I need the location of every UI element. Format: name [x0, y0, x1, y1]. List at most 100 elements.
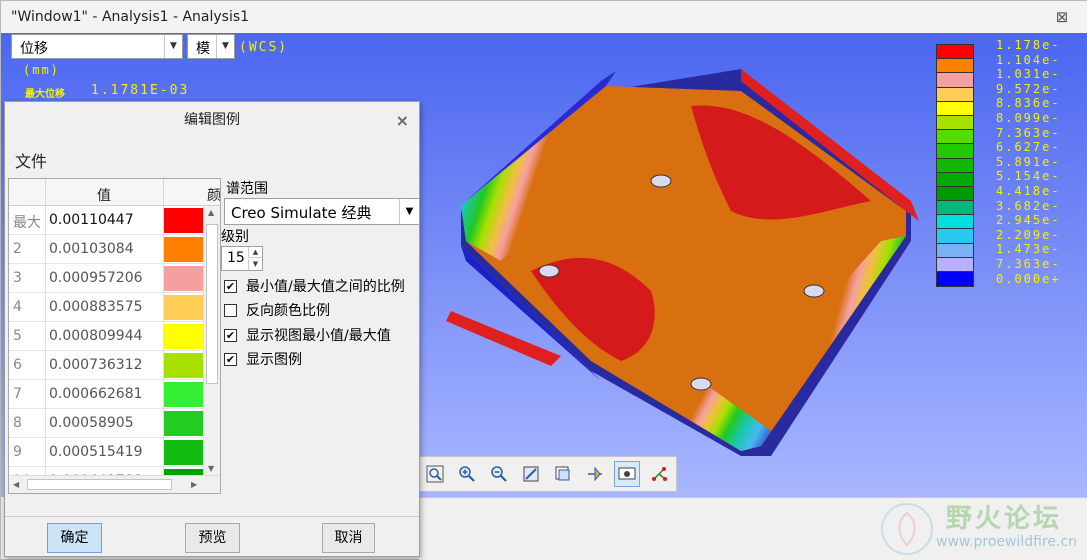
horizontal-scrollbar[interactable]: ◀ ▶ — [9, 475, 220, 493]
legend-label: 1.104e- — [996, 52, 1061, 67]
legend-swatch — [937, 272, 973, 287]
legend-swatch — [937, 186, 973, 202]
result-type-dropdown[interactable]: 位移 ▼ — [11, 34, 183, 59]
row-color-swatch[interactable] — [164, 382, 204, 407]
row-value[interactable]: 0.000515419 — [49, 444, 143, 460]
checkbox-show-view-min-max[interactable]: ✔ 显示视图最小值/最大值 — [224, 325, 391, 345]
legend-label: 2.945e- — [996, 213, 1061, 228]
table-row[interactable]: 6 0.000736312 — [9, 351, 204, 380]
legend-label: 0.000e+ — [996, 271, 1061, 286]
view-toolbar — [415, 456, 677, 492]
legend-labels: 1.178e- 1.104e- 1.031e- 9.572e- 8.836e- 8.099… — [996, 38, 1061, 286]
datum-display-icon[interactable] — [646, 461, 672, 487]
spin-down-icon[interactable]: ▼ — [248, 259, 262, 270]
level-value[interactable]: 15 — [227, 250, 245, 266]
zoom-in-icon[interactable] — [454, 461, 480, 487]
legend-value-table: 值 颜 最大 0.00110447 2 0.00103084 3 0.000957206 4… — [8, 178, 221, 494]
scroll-left-icon[interactable]: ◀ — [13, 480, 19, 489]
zoom-out-icon[interactable] — [486, 461, 512, 487]
row-color-swatch[interactable] — [164, 440, 204, 465]
checkbox-scale-between-min-max[interactable]: ✔ 最小值/最大值之间的比例 — [224, 276, 405, 296]
checkbox-box[interactable]: ✔ — [224, 352, 237, 366]
level-spinner[interactable]: 15 ▲ ▼ — [221, 246, 263, 271]
row-color-swatch[interactable] — [164, 324, 204, 349]
spin-up-icon[interactable]: ▲ — [248, 247, 262, 258]
row-index: 4 — [13, 299, 22, 315]
checkbox-box[interactable]: ✔ — [224, 328, 237, 342]
row-color-swatch[interactable] — [164, 411, 204, 436]
ok-button[interactable]: 确定 — [47, 523, 102, 553]
legend-swatch — [937, 201, 973, 216]
row-value[interactable]: 0.000736312 — [49, 357, 143, 373]
level-label: 级别 — [221, 229, 249, 245]
checkbox-box[interactable]: ✔ — [224, 279, 237, 293]
spin-center-icon[interactable] — [582, 461, 608, 487]
row-value[interactable]: 0.000883575 — [49, 299, 143, 315]
zoom-window-icon[interactable] — [422, 461, 448, 487]
result-type-value: 位移 — [20, 41, 48, 57]
checkbox-reverse-color-scale[interactable]: 反向颜色比例 — [224, 300, 330, 320]
row-value[interactable]: 0.00103084 — [49, 241, 134, 257]
table-row[interactable]: 最大 0.00110447 — [9, 206, 204, 235]
component-dropdown[interactable]: 模 ▼ — [187, 34, 235, 59]
table-row[interactable]: 3 0.000957206 — [9, 264, 204, 293]
vertical-scrollbar[interactable]: ▲ ▼ — [203, 206, 220, 475]
legend-swatch — [937, 115, 973, 131]
table-row[interactable]: 7 0.000662681 — [9, 380, 204, 409]
close-window-button[interactable]: ⊠ — [1054, 9, 1070, 25]
table-row[interactable]: 8 0.00058905 — [9, 409, 204, 438]
legend-swatch — [937, 130, 973, 145]
column-header-color[interactable]: 颜 — [207, 185, 220, 205]
legend-swatch — [937, 101, 973, 116]
row-value[interactable]: 0.000662681 — [49, 386, 143, 402]
row-value[interactable]: 0.000957206 — [49, 270, 143, 286]
cancel-button[interactable]: 取消 — [322, 523, 375, 553]
table-row[interactable]: 5 0.000809944 — [9, 322, 204, 351]
row-color-swatch[interactable] — [164, 237, 204, 262]
row-value[interactable]: 0.00110447 — [49, 212, 134, 228]
close-icon[interactable]: × — [396, 111, 409, 130]
menu-file[interactable]: 文件 — [15, 148, 47, 172]
row-value[interactable]: 0.00058905 — [49, 415, 134, 431]
legend-swatch — [937, 172, 973, 187]
chevron-down-icon: ▼ — [216, 35, 234, 58]
column-header-value[interactable]: 值 — [97, 185, 111, 205]
scroll-up-icon[interactable]: ▲ — [208, 208, 214, 217]
legend-label: 9.572e- — [996, 81, 1061, 96]
scroll-down-icon[interactable]: ▼ — [208, 464, 214, 473]
watermark-text: 野火论坛 — [946, 504, 1063, 534]
cell-separator — [45, 322, 46, 351]
legend-label: 7.363e- — [996, 256, 1061, 271]
scroll-right-icon[interactable]: ▶ — [191, 480, 197, 489]
column-separator — [45, 179, 46, 206]
row-color-swatch[interactable] — [164, 266, 204, 291]
legend-label: 5.154e- — [996, 169, 1061, 184]
cell-separator — [45, 264, 46, 293]
preview-button[interactable]: 预览 — [185, 523, 240, 553]
row-value[interactable]: 0.000809944 — [49, 328, 143, 344]
analysis-window: "Window1" - Analysis1 - Analysis1 ⊠ 位移 ▼… — [0, 0, 1087, 560]
display-style-icon[interactable] — [614, 461, 640, 487]
fringe-plot-model[interactable] — [441, 51, 931, 461]
checkbox-box[interactable] — [224, 303, 237, 317]
refit-icon[interactable] — [518, 461, 544, 487]
cell-separator — [45, 235, 46, 264]
cell-separator — [45, 380, 46, 409]
legend-swatch — [937, 45, 973, 60]
scroll-thumb[interactable] — [206, 224, 218, 384]
checkbox-show-legend[interactable]: ✔ 显示图例 — [224, 349, 302, 369]
checkbox-label: 最小值/最大值之间的比例 — [246, 279, 405, 295]
coord-system-label: (WCS) — [239, 40, 289, 55]
column-separator — [163, 179, 164, 206]
table-row[interactable]: 4 0.000883575 — [9, 293, 204, 322]
spectrum-range-dropdown[interactable]: Creo Simulate 经典 ▼ — [224, 198, 420, 225]
table-row[interactable]: 9 0.000515419 — [9, 438, 204, 467]
row-index: 6 — [13, 357, 22, 373]
table-row[interactable]: 2 0.00103084 — [9, 235, 204, 264]
row-color-swatch[interactable] — [164, 208, 204, 233]
scroll-thumb[interactable] — [27, 479, 172, 490]
row-color-swatch[interactable] — [164, 295, 204, 320]
legend-label: 8.099e- — [996, 110, 1061, 125]
row-color-swatch[interactable] — [164, 353, 204, 378]
saved-views-icon[interactable] — [550, 461, 576, 487]
